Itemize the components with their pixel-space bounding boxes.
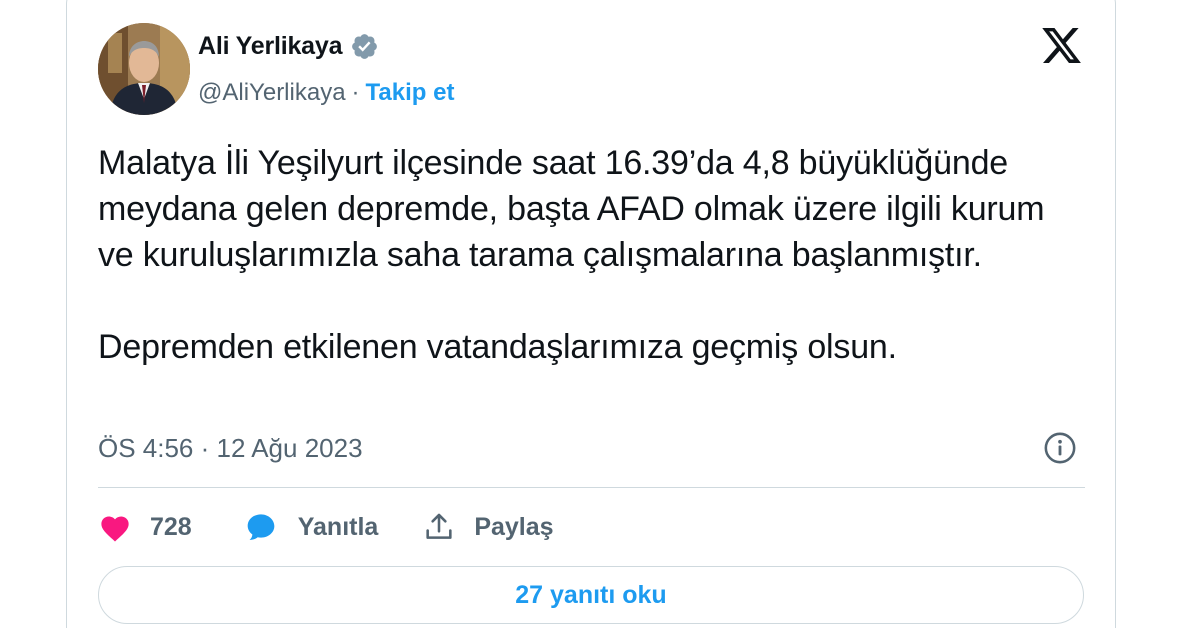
tweet-paragraph: Depremden etkilenen vatandaşlarımıza geç… (98, 328, 897, 366)
reply-label: Yanıtla (297, 512, 379, 541)
avatar[interactable] (98, 23, 190, 115)
verified-badge-icon (350, 32, 379, 61)
handle-row: @AliYerlikaya · Takip et (198, 79, 454, 107)
speech-bubble-icon (247, 514, 275, 540)
tweet-text: Malatya İli Yeşilyurt ilçesinde saat 16.… (98, 140, 1088, 370)
author-name-row: Ali Yerlikaya (198, 32, 379, 61)
tweet-timestamp[interactable]: ÖS 4:56 · 12 Ağu 2023 (98, 433, 363, 464)
like-count: 728 (150, 512, 192, 541)
read-replies-button[interactable]: 27 yanıtı oku (98, 566, 1084, 624)
author-name[interactable]: Ali Yerlikaya (198, 32, 342, 61)
like-button[interactable]: 728 (98, 512, 192, 542)
author-handle[interactable]: @AliYerlikaya (198, 79, 346, 107)
info-icon[interactable] (1043, 431, 1077, 465)
share-button[interactable]: Paylaş (422, 510, 554, 544)
action-bar: 728 Yanıtla Paylaş (98, 505, 554, 549)
share-upload-icon (426, 513, 452, 539)
heart-icon (101, 516, 129, 542)
divider (98, 487, 1085, 488)
tweet-paragraph: Malatya İli Yeşilyurt ilçesinde saat 16.… (98, 144, 1045, 274)
follow-button[interactable]: Takip et (366, 79, 455, 107)
x-logo-icon[interactable] (1040, 24, 1083, 67)
separator-dot: · (351, 79, 360, 106)
share-label: Paylaş (474, 512, 554, 541)
reply-button[interactable]: Yanıtla (244, 511, 379, 543)
